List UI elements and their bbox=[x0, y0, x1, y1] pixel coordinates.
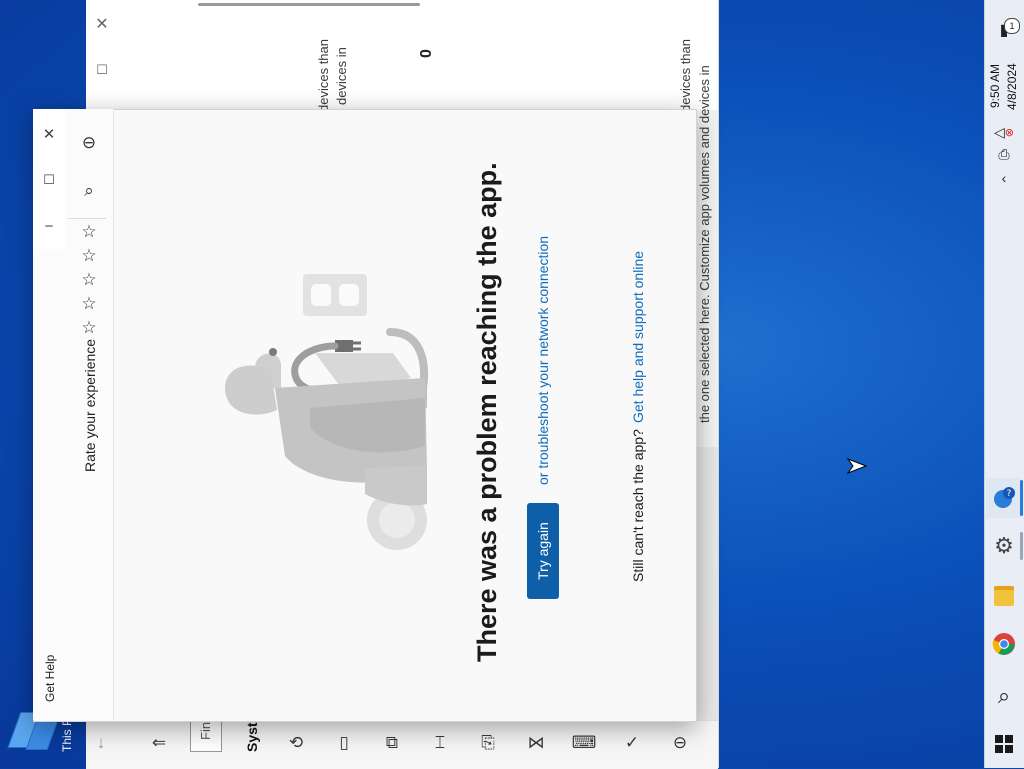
devices-icon[interactable]: ⎘ bbox=[475, 730, 501, 756]
settings-active-indicator bbox=[1020, 532, 1023, 560]
this-pc-label: This P bbox=[60, 717, 74, 752]
rating-star-2[interactable]: ☆ bbox=[79, 246, 99, 266]
chrome-logo bbox=[992, 633, 1015, 655]
rating-star-1[interactable]: ☆ bbox=[79, 222, 99, 242]
sidebar-divider bbox=[68, 218, 106, 219]
error-heading: There was a problem reaching the app. bbox=[472, 162, 502, 662]
troubleshoot-network-link[interactable]: or troubleshoot your network connection bbox=[535, 236, 551, 485]
minimize-button[interactable]: − bbox=[33, 209, 65, 243]
network-icon[interactable]: ⋈ bbox=[523, 730, 549, 756]
time-language-icon[interactable]: ⊖ bbox=[667, 730, 693, 756]
search-icon[interactable]: ⌕ bbox=[988, 680, 1020, 712]
notification-badge: 1 bbox=[1004, 18, 1020, 34]
account-icon[interactable]: ⊖ bbox=[74, 128, 104, 158]
settings-counter: 0 bbox=[418, 49, 435, 58]
maximize-button[interactable]: ☐ bbox=[33, 163, 65, 197]
still-cant-reach-label: Still can't reach the app? bbox=[630, 429, 646, 582]
settings-maximize-button[interactable]: ☐ bbox=[92, 60, 112, 80]
apps-icon[interactable]: ⧉ bbox=[379, 730, 405, 756]
accounts-icon[interactable]: ✓ bbox=[619, 730, 645, 756]
close-button[interactable]: ✕ bbox=[33, 117, 65, 151]
chevron-up-icon[interactable]: ‹ bbox=[988, 162, 1020, 194]
settings-customize-line2: the one selected here. Customize app vol… bbox=[697, 65, 712, 423]
settings-desc-line2: devices in bbox=[334, 47, 349, 105]
settings-gear-icon[interactable]: ⚙ bbox=[988, 530, 1020, 562]
back-icon[interactable]: ⇐ bbox=[146, 730, 172, 756]
svg-text:?: ? bbox=[1007, 489, 1012, 499]
settings-lower-panel bbox=[695, 447, 718, 720]
clock-time[interactable]: 9:50 AM bbox=[988, 64, 1002, 108]
mouse-cursor bbox=[846, 458, 868, 474]
find-setting-placeholder: Fin bbox=[198, 721, 213, 740]
rating-star-4[interactable]: ☆ bbox=[79, 294, 99, 314]
try-again-label: Try again bbox=[535, 522, 551, 580]
search-history-icon[interactable]: ⌕ bbox=[74, 176, 104, 206]
rating-star-5[interactable]: ☆ bbox=[79, 318, 99, 338]
get-help-support-link[interactable]: Get help and support online bbox=[630, 251, 646, 423]
settings-close-button[interactable]: ✕ bbox=[92, 14, 112, 34]
settings-scroll-thumb[interactable] bbox=[198, 3, 420, 6]
clock-date[interactable]: 4/8/2024 bbox=[1005, 63, 1019, 110]
start-windows-icon[interactable] bbox=[988, 728, 1020, 760]
settings-desc-line1: devices than bbox=[316, 39, 331, 112]
get-help-active-indicator bbox=[1020, 480, 1023, 516]
chrome-icon[interactable] bbox=[988, 628, 1020, 660]
personalization-icon[interactable]: ⌨ bbox=[571, 730, 597, 756]
settings-customize-line1: devices than bbox=[678, 39, 693, 112]
get-help-caption-bar: ✕ ☐ − bbox=[33, 109, 65, 249]
phone-icon[interactable]: ▯ bbox=[331, 730, 357, 756]
get-help-title: Get Help bbox=[43, 654, 57, 702]
update-icon[interactable]: ⟲ bbox=[283, 730, 309, 756]
rate-experience-label: Rate your experience bbox=[82, 338, 98, 472]
windows-logo bbox=[995, 735, 1013, 753]
file-explorer-icon[interactable] bbox=[988, 580, 1020, 612]
taskbar-get-help-button[interactable]: ? bbox=[986, 478, 1022, 518]
disconnected-illustration bbox=[225, 274, 428, 550]
get-help-app-icon: ? bbox=[994, 487, 1015, 508]
arrow-down-icon[interactable]: ↓ bbox=[88, 730, 114, 756]
rating-star-3[interactable]: ☆ bbox=[79, 270, 99, 290]
settings-header bbox=[86, 0, 718, 110]
display-icon[interactable]: ⌶ bbox=[427, 730, 453, 756]
